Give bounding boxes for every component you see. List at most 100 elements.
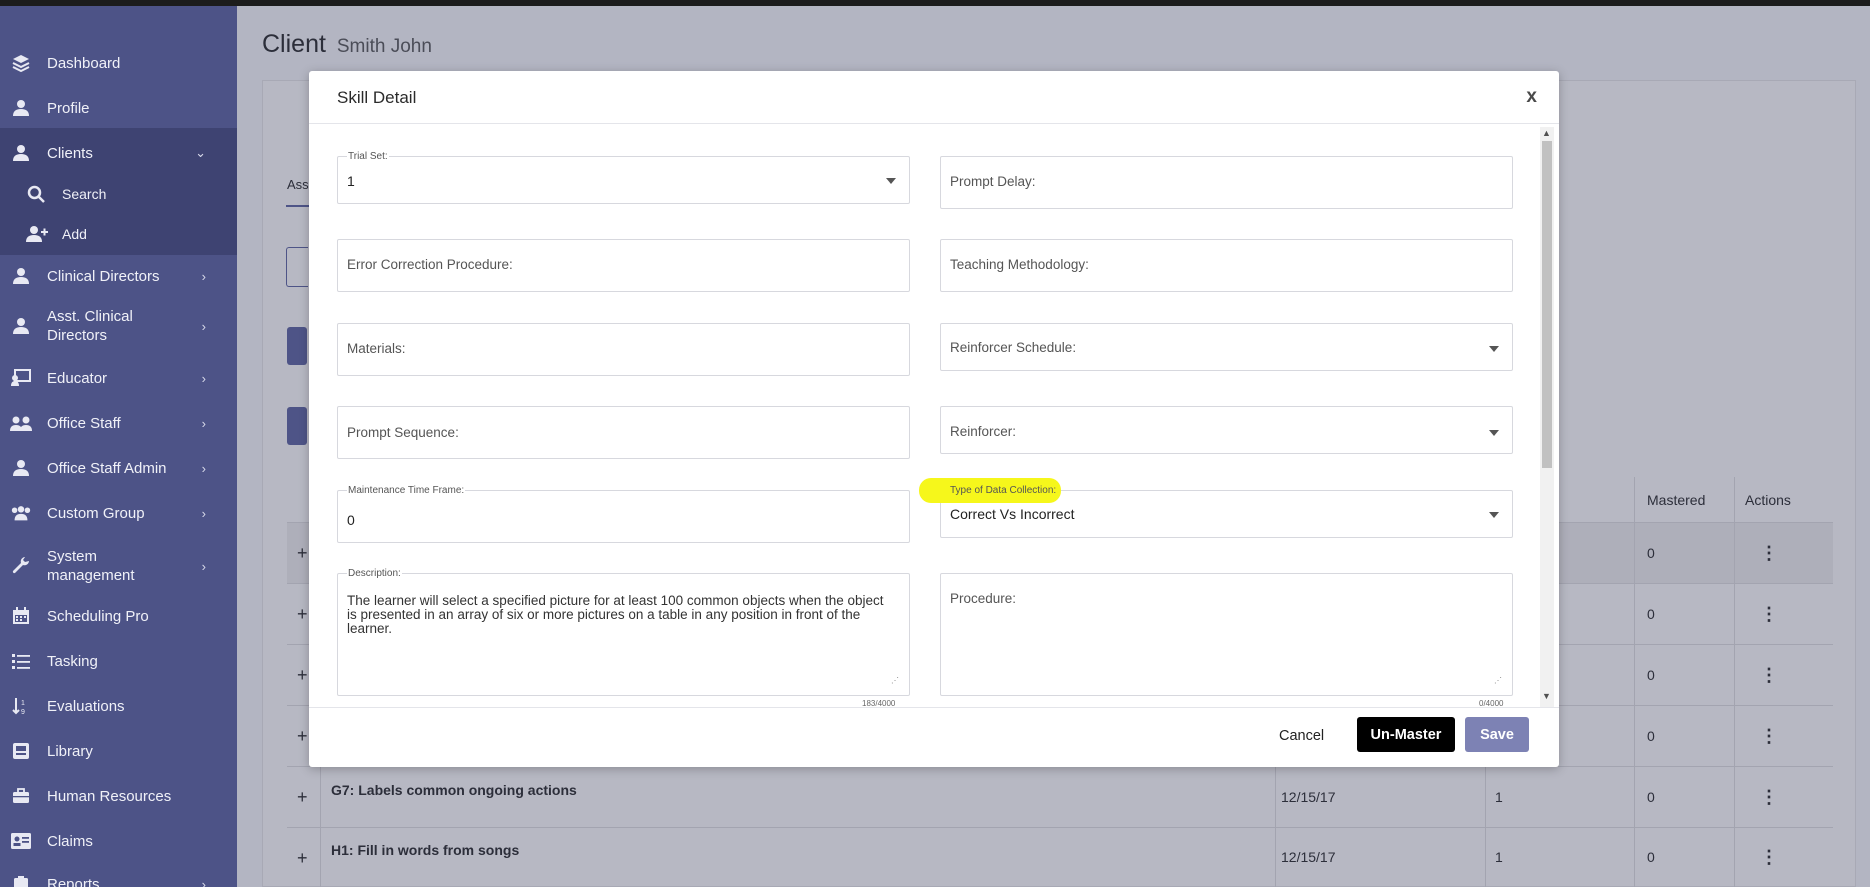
- sidebar-item-label: Library: [47, 742, 93, 760]
- expand-icon[interactable]: +: [297, 726, 308, 747]
- expand-icon[interactable]: +: [297, 665, 308, 686]
- modal-header: Skill Detail x: [309, 71, 1559, 124]
- sidebar-item-clinical-directors[interactable]: Clinical Directors ›: [0, 264, 237, 288]
- chevron-right-icon: ›: [201, 370, 206, 386]
- modal-footer: Cancel Un-Master Save: [309, 707, 1559, 767]
- scroll-down-icon[interactable]: ▼: [1542, 691, 1551, 701]
- kebab-menu-icon[interactable]: ⋮: [1760, 847, 1778, 868]
- add-user-icon: [26, 224, 48, 244]
- procedure-textarea[interactable]: Procedure: ⋰: [940, 573, 1513, 696]
- expand-icon[interactable]: +: [297, 543, 308, 564]
- prompt-sequence-placeholder: Prompt Sequence:: [347, 425, 459, 440]
- sidebar-item-evaluations[interactable]: 19 Evaluations: [0, 694, 237, 718]
- sidebar-item-label: Search: [62, 185, 107, 202]
- sidebar-item-add[interactable]: Add: [0, 222, 237, 246]
- date-cell: 12/15/17: [1281, 789, 1336, 805]
- sidebar-item-custom-group[interactable]: Custom Group ›: [0, 501, 237, 525]
- sidebar-item-educator[interactable]: Educator ›: [0, 366, 237, 390]
- clipboard-icon: [10, 874, 32, 887]
- maintenance-time-frame-field[interactable]: Maintenance Time Frame: 0: [337, 485, 910, 543]
- table-row[interactable]: + G7: Labels common ongoing actions 12/1…: [287, 767, 1833, 827]
- sidebar-item-asst-clinical-directors[interactable]: Asst. Clinical Directors ›: [0, 306, 237, 346]
- chevron-right-icon: ›: [201, 505, 206, 521]
- sidebar-item-office-staff[interactable]: Office Staff ›: [0, 411, 237, 435]
- count-cell: 1: [1495, 849, 1503, 865]
- sidebar-item-label: Clients: [47, 144, 93, 162]
- description-label: Description:: [347, 568, 402, 579]
- expand-icon[interactable]: +: [297, 787, 308, 808]
- modal-title: Skill Detail: [337, 88, 417, 107]
- resize-grip-icon[interactable]: ⋰: [891, 677, 899, 685]
- description-input[interactable]: The learner will select a specified pict…: [347, 594, 895, 684]
- expand-icon[interactable]: +: [297, 604, 308, 625]
- sidebar-item-label: System management: [47, 548, 135, 584]
- reinforcer-schedule-select[interactable]: Reinforcer Schedule:: [940, 323, 1513, 371]
- person-icon: [10, 143, 32, 163]
- chevron-right-icon: ›: [201, 876, 206, 887]
- chevron-right-icon: ›: [201, 558, 206, 574]
- maintenance-time-frame-label: Maintenance Time Frame:: [347, 485, 466, 496]
- sidebar-item-label: Add: [62, 225, 87, 242]
- sidebar-item-reports[interactable]: Reports ›: [0, 872, 237, 887]
- description-textarea[interactable]: Description: The learner will select a s…: [337, 568, 910, 696]
- column-divider: [1634, 477, 1635, 887]
- count-cell: 1: [1495, 789, 1503, 805]
- svg-text:1: 1: [21, 700, 25, 707]
- sidebar-item-claims[interactable]: Claims: [0, 829, 237, 853]
- sidebar-item-library[interactable]: Library: [0, 739, 237, 763]
- reinforcer-placeholder: Reinforcer:: [950, 424, 1017, 439]
- action-button[interactable]: [287, 327, 307, 365]
- sidebar-item-office-staff-admin[interactable]: Office Staff Admin ›: [0, 456, 237, 480]
- kebab-menu-icon[interactable]: ⋮: [1760, 787, 1778, 808]
- sidebar-item-tasking[interactable]: Tasking: [0, 649, 237, 673]
- materials-field[interactable]: Materials:: [337, 323, 910, 376]
- chalkboard-icon: [10, 368, 32, 388]
- sidebar-item-label: Scheduling Pro: [47, 607, 149, 625]
- prompt-sequence-field[interactable]: Prompt Sequence:: [337, 406, 910, 459]
- sidebar-item-search[interactable]: Search: [0, 182, 237, 206]
- reinforcer-schedule-placeholder: Reinforcer Schedule:: [950, 340, 1077, 355]
- expand-icon[interactable]: +: [297, 848, 308, 869]
- materials-placeholder: Materials:: [347, 341, 406, 356]
- close-icon[interactable]: x: [1526, 86, 1537, 108]
- unmaster-button[interactable]: Un-Master: [1357, 717, 1455, 752]
- kebab-menu-icon[interactable]: ⋮: [1760, 543, 1778, 564]
- mastered-header: Mastered: [1647, 492, 1706, 508]
- prompt-delay-placeholder: Prompt Delay:: [950, 174, 1036, 189]
- sidebar-item-human-resources[interactable]: Human Resources: [0, 784, 237, 808]
- filter-input[interactable]: [286, 247, 308, 287]
- prompt-delay-field[interactable]: Prompt Delay:: [940, 156, 1513, 209]
- modal-scrollbar-thumb[interactable]: [1542, 141, 1552, 468]
- sidebar-item-profile[interactable]: Profile: [0, 96, 237, 120]
- cancel-button[interactable]: Cancel: [1279, 728, 1324, 744]
- trial-set-select[interactable]: Trial Set: 1: [337, 151, 910, 204]
- table-row[interactable]: + H1: Fill in words from songs 12/15/17 …: [287, 828, 1833, 887]
- search-icon: [25, 184, 47, 204]
- sidebar-item-clients[interactable]: Clients ⌄: [0, 141, 237, 165]
- error-correction-field[interactable]: Error Correction Procedure:: [337, 239, 910, 292]
- kebab-menu-icon[interactable]: ⋮: [1760, 604, 1778, 625]
- briefcase-icon: [10, 786, 32, 806]
- chevron-right-icon: ›: [201, 460, 206, 476]
- sidebar-item-dashboard[interactable]: Dashboard: [0, 51, 237, 75]
- kebab-menu-icon[interactable]: ⋮: [1760, 726, 1778, 747]
- reinforcer-select[interactable]: Reinforcer:: [940, 406, 1513, 454]
- sidebar-item-system-management[interactable]: System management ›: [0, 546, 237, 586]
- scroll-up-icon[interactable]: ▲: [1542, 128, 1551, 138]
- page-title-text: Client: [262, 30, 326, 58]
- sidebar-item-label: Asst. Clinical Directors: [47, 308, 133, 344]
- save-button[interactable]: Save: [1465, 717, 1529, 752]
- users-icon: [10, 503, 32, 523]
- teaching-methodology-field[interactable]: Teaching Methodology:: [940, 239, 1513, 292]
- resize-grip-icon[interactable]: ⋰: [1494, 677, 1502, 685]
- action-button[interactable]: [287, 407, 307, 445]
- sidebar-item-scheduling-pro[interactable]: Scheduling Pro: [0, 604, 237, 628]
- sort-icon: 19: [10, 696, 32, 716]
- kebab-menu-icon[interactable]: ⋮: [1760, 665, 1778, 686]
- chevron-down-icon: [1489, 430, 1499, 436]
- chevron-right-icon: ›: [201, 415, 206, 431]
- date-cell: 12/15/17: [1281, 849, 1336, 865]
- chevron-down-icon: ⌄: [195, 145, 206, 160]
- tab-assessment[interactable]: Ass: [287, 177, 309, 192]
- trial-set-label: Trial Set:: [347, 151, 389, 162]
